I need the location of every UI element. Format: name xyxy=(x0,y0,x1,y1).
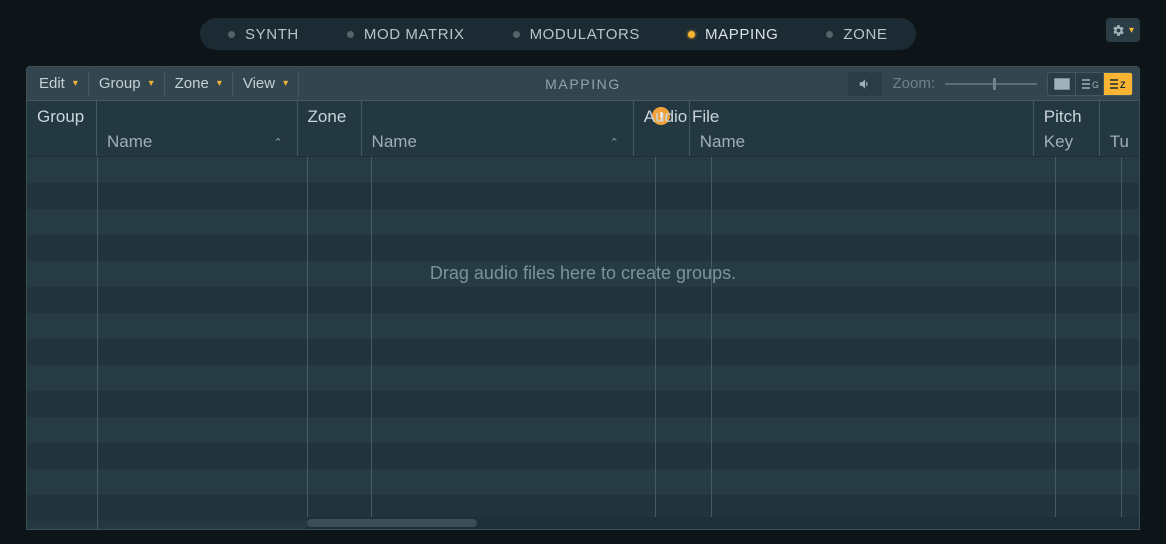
table-row[interactable] xyxy=(27,365,1139,391)
column-audio-file-status[interactable]: Audio File ! xyxy=(634,101,690,156)
column-zone[interactable]: Zone Name ⌃ xyxy=(298,101,634,156)
horizontal-scrollbar[interactable] xyxy=(307,517,1139,529)
menu-label: Group xyxy=(99,75,141,92)
table-row[interactable] xyxy=(27,313,1139,339)
column-header-label: Zone xyxy=(308,107,351,127)
menu-zone[interactable]: Zone ▾ xyxy=(165,71,233,97)
column-audio-file-name[interactable]: Name xyxy=(690,101,1034,156)
grid-rows xyxy=(27,157,1139,529)
tab-indicator-dot xyxy=(513,31,520,38)
menu-label: Zone xyxy=(175,75,209,92)
tab-mapping[interactable]: MAPPING xyxy=(664,18,802,50)
tab-indicator-dot xyxy=(228,31,235,38)
scrollbar-thumb[interactable] xyxy=(307,519,477,527)
view-mode-buttons: G Z xyxy=(1047,72,1133,96)
keyboard-icon xyxy=(1054,78,1070,90)
panel-title: MAPPING xyxy=(545,76,621,92)
empty-state-message: Drag audio files here to create groups. xyxy=(27,263,1139,284)
column-divider xyxy=(1121,157,1122,529)
chevron-down-icon: ▾ xyxy=(1129,25,1134,36)
menubar: Edit ▾ Group ▾ Zone ▾ View ▾ MAPPING Zoo… xyxy=(27,67,1139,101)
column-headers: Group Name ⌃ Zone Name ⌃ xyxy=(27,101,1139,157)
menu-label: Edit xyxy=(39,75,65,92)
column-header-label: Pitch xyxy=(1044,107,1089,127)
settings-button[interactable]: ▾ xyxy=(1106,18,1140,42)
view-zones-button[interactable]: Z xyxy=(1104,73,1132,95)
table-row[interactable] xyxy=(27,391,1139,417)
column-divider xyxy=(371,157,372,529)
column-divider xyxy=(655,157,656,529)
chevron-down-icon: ▾ xyxy=(283,78,288,89)
view-groups-button[interactable]: G xyxy=(1076,73,1104,95)
table-row[interactable] xyxy=(27,417,1139,443)
tab-label: MOD MATRIX xyxy=(364,26,465,43)
gear-icon xyxy=(1112,24,1125,37)
column-subheader-label: Name xyxy=(700,132,1023,152)
tab-label: SYNTH xyxy=(245,26,299,43)
column-tune[interactable]: Tu xyxy=(1100,101,1139,156)
list-z-icon: Z xyxy=(1109,78,1127,90)
menu-edit[interactable]: Edit ▾ xyxy=(31,71,89,97)
tab-indicator-dot xyxy=(347,31,354,38)
menu-right: Zoom: G Z xyxy=(848,72,1133,96)
zoom-slider[interactable] xyxy=(945,77,1037,91)
table-row[interactable] xyxy=(27,157,1139,183)
column-pitch[interactable]: Pitch Key xyxy=(1034,101,1100,156)
speaker-icon xyxy=(857,77,873,91)
audition-button[interactable] xyxy=(848,72,882,96)
menu-label: View xyxy=(243,75,275,92)
column-header-label: Group xyxy=(37,107,86,127)
sort-ascending-icon: ⌃ xyxy=(273,136,282,149)
tab-synth[interactable]: SYNTH xyxy=(204,18,323,50)
slider-thumb[interactable] xyxy=(993,78,996,90)
grid-body[interactable]: Drag audio files here to create groups. xyxy=(27,157,1139,529)
column-divider xyxy=(307,157,308,529)
column-subheader-label: Name ⌃ xyxy=(372,132,623,152)
column-group[interactable]: Group Name ⌃ xyxy=(27,101,298,156)
table-row[interactable] xyxy=(27,209,1139,235)
table-row[interactable] xyxy=(27,183,1139,209)
mapping-panel: Edit ▾ Group ▾ Zone ▾ View ▾ MAPPING Zoo… xyxy=(26,66,1140,530)
column-subheader-label: Key xyxy=(1044,132,1089,152)
column-subheader-label: Tu xyxy=(1110,132,1129,152)
column-divider xyxy=(1055,157,1056,529)
top-nav: SYNTH MOD MATRIX MODULATORS MAPPING ZONE xyxy=(200,18,916,50)
svg-text:Z: Z xyxy=(1120,80,1126,90)
tab-indicator-dot xyxy=(688,31,695,38)
tab-label: MODULATORS xyxy=(530,26,640,43)
tab-mod-matrix[interactable]: MOD MATRIX xyxy=(323,18,489,50)
table-row[interactable] xyxy=(27,443,1139,469)
slider-track xyxy=(945,83,1037,85)
tab-label: ZONE xyxy=(843,26,887,43)
table-row[interactable] xyxy=(27,469,1139,495)
svg-text:G: G xyxy=(1092,80,1099,90)
menu-left: Edit ▾ Group ▾ Zone ▾ View ▾ xyxy=(27,71,299,97)
tab-label: MAPPING xyxy=(705,26,778,43)
view-keymap-button[interactable] xyxy=(1048,73,1076,95)
zoom-label: Zoom: xyxy=(892,75,935,92)
chevron-down-icon: ▾ xyxy=(149,78,154,89)
menu-view[interactable]: View ▾ xyxy=(233,71,299,97)
table-row[interactable] xyxy=(27,287,1139,313)
column-divider xyxy=(711,157,712,529)
sort-ascending-icon: ⌃ xyxy=(610,136,619,149)
table-row[interactable] xyxy=(27,339,1139,365)
column-divider xyxy=(97,157,98,529)
chevron-down-icon: ▾ xyxy=(73,78,78,89)
table-row[interactable] xyxy=(27,235,1139,261)
tab-indicator-dot xyxy=(826,31,833,38)
column-subheader-label: Name ⌃ xyxy=(107,132,287,152)
menu-group[interactable]: Group ▾ xyxy=(89,71,165,97)
list-g-icon: G xyxy=(1081,78,1099,90)
chevron-down-icon: ▾ xyxy=(217,78,222,89)
tab-modulators[interactable]: MODULATORS xyxy=(489,18,664,50)
tab-zone[interactable]: ZONE xyxy=(802,18,911,50)
